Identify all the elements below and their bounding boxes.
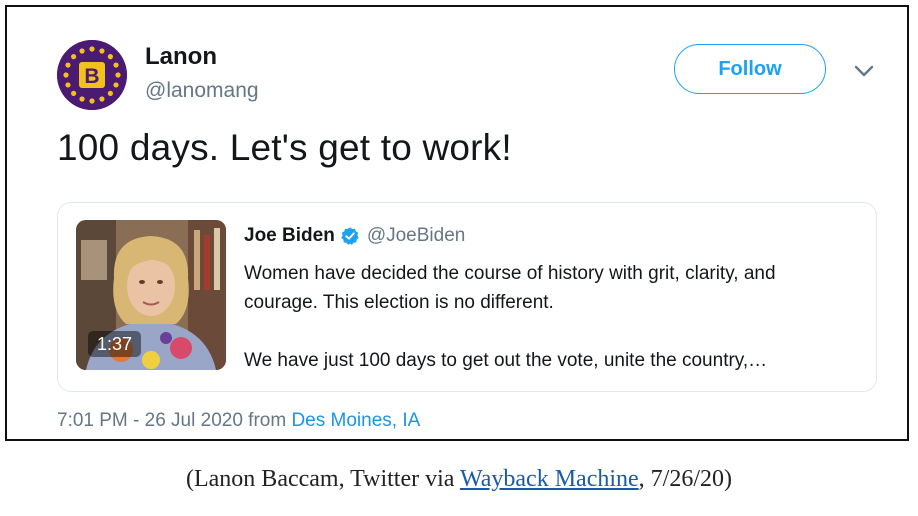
chevron-down-icon[interactable] (850, 61, 878, 81)
follow-button[interactable]: Follow (674, 44, 826, 94)
avatar-star-dot (89, 98, 95, 104)
avatar-star-dot (79, 48, 85, 54)
author-avatar[interactable]: B (57, 40, 127, 110)
avatar-star-dot (65, 62, 71, 68)
quoted-author-row: Joe Biden @JoeBiden (244, 225, 465, 247)
verified-badge-icon (341, 227, 359, 245)
avatar-star-dot (113, 62, 119, 68)
avatar-star-dot (99, 96, 105, 102)
avatar-star-dot (113, 82, 119, 88)
tweet-timestamp[interactable]: 7:01 PM - 26 Jul 2020 from (57, 410, 286, 431)
tweet-text: 100 days. Let's get to work! (57, 127, 512, 168)
author-handle[interactable]: @lanomang (145, 79, 259, 103)
quoted-tweet-paragraph: We have just 100 days to get out the vot… (244, 350, 768, 371)
quoted-tweet-paragraph: Women have decided the course of history… (244, 263, 776, 313)
quoted-tweet-card[interactable]: 1:37 Joe Biden @JoeBiden Women have deci… (57, 202, 877, 392)
avatar-star-dot (89, 46, 95, 52)
caption-suffix: , 7/26/20) (638, 466, 732, 492)
avatar-seal-icon: B (57, 40, 127, 110)
avatar-star-dot (107, 90, 113, 96)
tweet-embed-card: B Lanon @lanomang Follow 100 days. Let's… (5, 5, 909, 441)
avatar-star-dot (71, 90, 77, 96)
wayback-machine-link[interactable]: Wayback Machine (460, 466, 639, 492)
tweet-location-link[interactable]: Des Moines, IA (291, 410, 420, 431)
quoted-tweet-text: Women have decided the course of history… (244, 259, 854, 375)
quoted-author-name[interactable]: Joe Biden (244, 225, 335, 247)
avatar-star-dot (115, 72, 121, 78)
avatar-star-dot (107, 54, 113, 60)
video-thumbnail[interactable]: 1:37 (76, 220, 226, 370)
avatar-star-dot (65, 82, 71, 88)
quoted-author-handle[interactable]: @JoeBiden (367, 225, 466, 247)
video-duration: 1:37 (88, 331, 142, 357)
avatar-star-dot (71, 54, 77, 60)
tweet-timestamp-row: 7:01 PM - 26 Jul 2020 from Des Moines, I… (57, 410, 420, 432)
caption-prefix: (Lanon Baccam, Twitter via (186, 466, 461, 492)
author-name[interactable]: Lanon (145, 43, 217, 71)
image-caption: (Lanon Baccam, Twitter via Wayback Machi… (0, 466, 918, 493)
avatar-star-dot (79, 96, 85, 102)
avatar-star-dot (99, 48, 105, 54)
avatar-letter: B (84, 65, 99, 88)
avatar-star-dot (63, 72, 69, 78)
